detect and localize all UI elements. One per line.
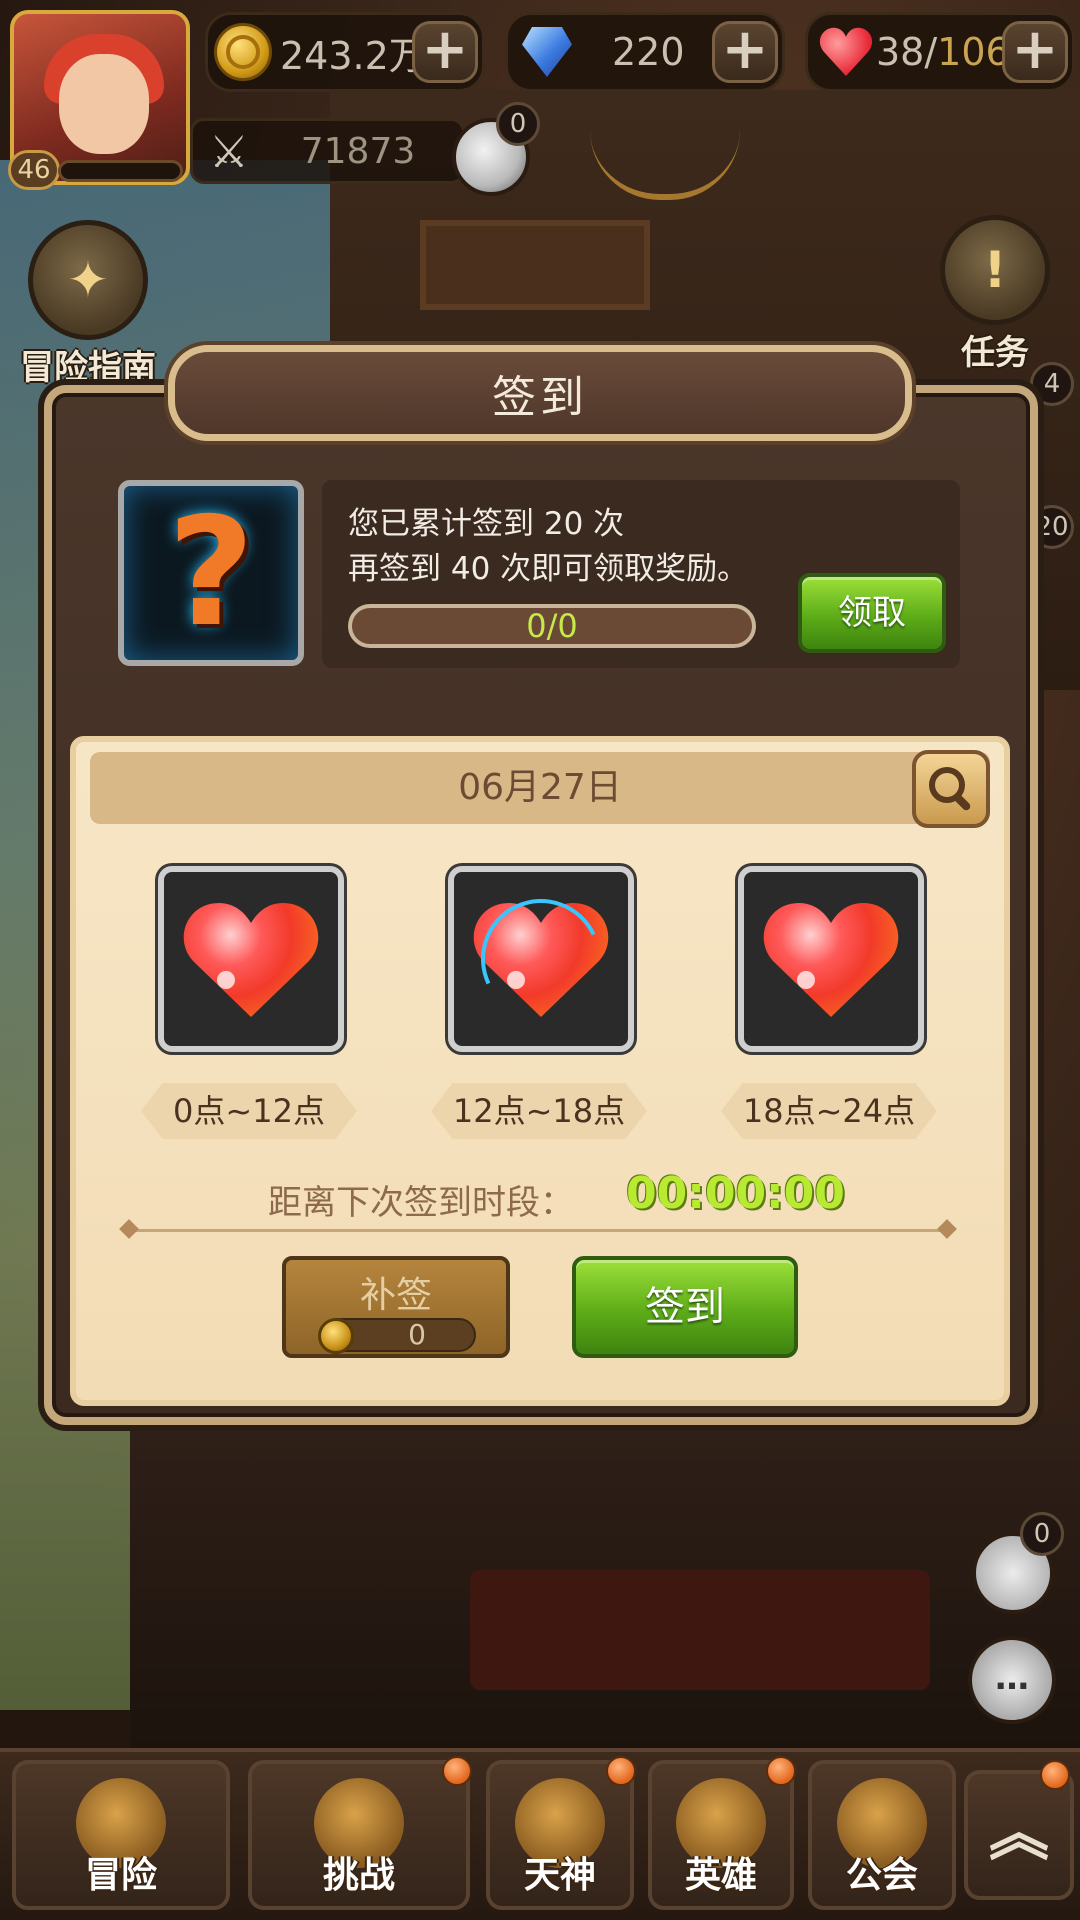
adventure-guide-label: 冒险指南: [20, 348, 156, 388]
add-gems-button[interactable]: +: [712, 21, 778, 83]
avatar-face: [59, 54, 149, 154]
stamina-max: 106: [937, 30, 1010, 74]
mystery-reward-slot[interactable]: ?: [118, 480, 304, 666]
sign-in-progress-bar: 0/0: [348, 604, 756, 648]
notification-dot: [1040, 1760, 1070, 1790]
power-value: 71873: [300, 131, 416, 172]
slot-afternoon-label: 12点~18点: [431, 1083, 647, 1139]
progress-text: 0/0: [526, 607, 578, 645]
stamina-counter: 38/106 +: [805, 12, 1075, 92]
nav-challenge-label: 挑战: [322, 1855, 395, 1896]
gold-coin-icon: [214, 23, 272, 81]
chef-badge: 0: [496, 102, 540, 146]
nav-challenge[interactable]: 挑战: [248, 1756, 472, 1910]
gem-value: 220: [612, 30, 685, 74]
nav-heroes-label: 英雄: [684, 1855, 757, 1896]
red-rug: [470, 1570, 930, 1690]
gem-counter: 220 +: [505, 12, 785, 92]
claim-button[interactable]: 领取: [798, 573, 946, 653]
stamina-current: 38: [876, 30, 925, 74]
player-level-badge: 46: [8, 150, 60, 190]
add-gold-button[interactable]: +: [412, 21, 478, 83]
gold-counter: 243.2万 +: [205, 12, 485, 92]
makeup-cost-value: 0: [408, 1318, 426, 1351]
slot-evening[interactable]: [738, 866, 924, 1052]
diamond-icon: [522, 27, 572, 77]
heart-icon: [818, 24, 874, 80]
dialog-title: 签到: [492, 372, 588, 423]
countdown-label: 距离下次签到时段：: [268, 1183, 574, 1223]
gold-value: 243.2万: [280, 33, 427, 78]
chat-bubble-icon[interactable]: …: [968, 1636, 1056, 1724]
nav-adventure[interactable]: 冒险: [12, 1760, 230, 1910]
magnifier-handle: [952, 792, 972, 812]
cumulative-count-text: 您已累计签到 20 次: [348, 506, 625, 542]
xp-bar: [58, 160, 183, 182]
combat-power: ⚔ 71873: [190, 118, 465, 184]
tasks-button[interactable]: ! 任务: [930, 215, 1060, 374]
compass-icon: ✦: [28, 220, 148, 340]
slot-morning[interactable]: [158, 866, 344, 1052]
slot-afternoon[interactable]: [448, 866, 634, 1052]
slot-evening-label: 18点~24点: [721, 1083, 937, 1139]
nav-guild-label: 公会: [845, 1855, 918, 1896]
add-stamina-button[interactable]: +: [1002, 21, 1068, 83]
makeup-label: 补签: [359, 1275, 432, 1316]
search-button[interactable]: [912, 750, 990, 828]
exclamation-icon: !: [940, 215, 1050, 325]
notification-dot: [606, 1756, 636, 1786]
nav-guild[interactable]: 公会: [808, 1760, 956, 1910]
nav-adventure-label: 冒险: [84, 1855, 157, 1896]
mail-badge: 0: [1020, 1512, 1064, 1556]
gold-coin-icon: [318, 1318, 354, 1354]
makeup-cost: 0: [318, 1318, 476, 1354]
question-mark-icon: ?: [167, 486, 255, 660]
adventure-guide-button[interactable]: ✦ 冒险指南: [8, 220, 168, 389]
active-glow-ring: [464, 882, 618, 1036]
notification-dot: [766, 1756, 796, 1786]
nav-deity-label: 天神: [523, 1855, 596, 1896]
sign-in-button[interactable]: 签到: [572, 1256, 798, 1358]
heart-reward-icon: [763, 899, 899, 1019]
daily-panel: [70, 736, 1010, 1406]
slot-morning-label: 0点~12点: [141, 1083, 357, 1139]
makeup-sign-in-button[interactable]: 补签 0: [282, 1256, 510, 1358]
nav-heroes[interactable]: 英雄: [648, 1756, 796, 1910]
top-bar: 46 243.2万 + 220 + 38/106 + ⚔ 71873 0: [0, 0, 1080, 200]
crossed-swords-icon: ⚔: [209, 127, 249, 178]
date-text: 06月27日: [458, 767, 622, 808]
tavern-shelf: [420, 220, 650, 310]
heart-reward-icon: [183, 899, 319, 1019]
countdown-timer: 00:00:00: [626, 1168, 845, 1219]
divider: [130, 1229, 946, 1232]
stamina-separator: /: [924, 30, 938, 74]
remaining-count-text: 再签到 40 次即可领取奖励。: [348, 551, 749, 587]
notification-dot: [442, 1756, 472, 1786]
nav-deity[interactable]: 天神: [486, 1756, 636, 1910]
dialog-title-banner: 签到: [168, 345, 912, 441]
